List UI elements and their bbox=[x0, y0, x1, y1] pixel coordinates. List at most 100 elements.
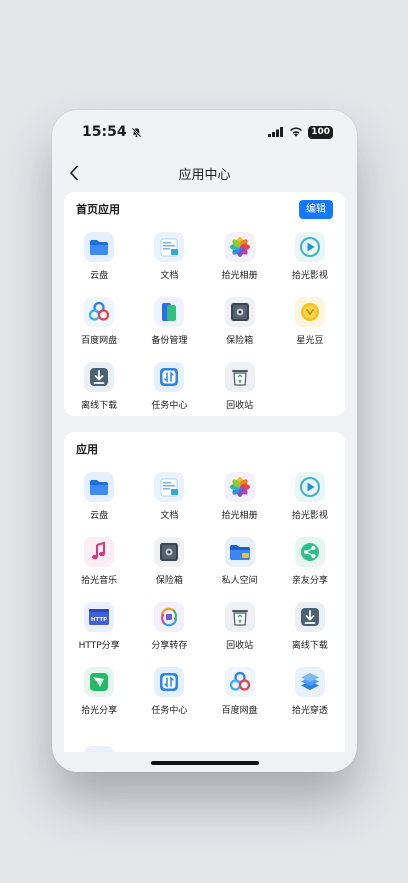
app-item[interactable]: 任务中心 bbox=[134, 661, 204, 726]
app-item[interactable]: 保险箱 bbox=[134, 531, 204, 596]
baidu-cloud-icon bbox=[224, 667, 255, 697]
home-indicator[interactable] bbox=[151, 761, 259, 765]
safe-icon bbox=[224, 297, 255, 327]
baidu-cloud-icon bbox=[84, 297, 115, 327]
app-label: 回收站 bbox=[226, 641, 254, 651]
phone-screen: 15:54 100 应用中心 首页应用 编辑 云盘 文档 拾光相册 拾光影视 百… bbox=[52, 110, 357, 772]
paper-plane-icon bbox=[84, 667, 115, 697]
apps-card: 应用 云盘 文档 拾光相册 拾光影视拾光音乐 保险箱 私人空间 亲友分享 HTTP HTTP分享… bbox=[64, 432, 345, 772]
status-time: 15:54 bbox=[82, 124, 127, 140]
home-app-item[interactable]: 百度网盘 bbox=[64, 291, 134, 356]
task-center-icon bbox=[154, 362, 185, 392]
home-app-label: 百度网盘 bbox=[81, 336, 118, 346]
home-app-label: 拾光相册 bbox=[221, 271, 258, 281]
home-app-label: 离线下载 bbox=[81, 401, 118, 411]
status-bar: 15:54 100 bbox=[52, 110, 357, 154]
app-label: 私人空间 bbox=[221, 576, 258, 586]
music-icon bbox=[84, 537, 115, 567]
home-app-item[interactable]: 文档 bbox=[134, 226, 204, 291]
app-label: 任务中心 bbox=[151, 706, 188, 716]
app-item[interactable]: 拾光相册 bbox=[205, 466, 275, 531]
app-label: 拾光分享 bbox=[81, 706, 118, 716]
home-app-label: 任务中心 bbox=[151, 401, 188, 411]
home-apps-card: 首页应用 编辑 云盘 文档 拾光相册 拾光影视 百度网盘 备份管理 保险箱 星光豆 离线下载 任务… bbox=[64, 192, 345, 416]
app-item[interactable]: 离线下载 bbox=[275, 596, 345, 661]
home-app-item[interactable]: 云盘 bbox=[64, 226, 134, 291]
folder-icon bbox=[84, 472, 115, 502]
app-item[interactable]: 拾光音乐 bbox=[64, 531, 134, 596]
apps-title: 应用 bbox=[76, 443, 98, 456]
status-time-group: 15:54 bbox=[82, 124, 142, 140]
home-app-item[interactable]: 任务中心 bbox=[134, 356, 204, 421]
app-label: 亲友分享 bbox=[291, 576, 328, 586]
app-item[interactable]: 亲友分享 bbox=[275, 531, 345, 596]
app-label: 离线下载 bbox=[291, 641, 328, 651]
video-icon bbox=[294, 232, 325, 262]
home-app-item[interactable]: 拾光相册 bbox=[205, 226, 275, 291]
private-folder-icon bbox=[224, 537, 255, 567]
home-app-label: 回收站 bbox=[226, 401, 254, 411]
home-app-label: 备份管理 bbox=[151, 336, 188, 346]
home-app-label: 云盘 bbox=[90, 271, 109, 281]
battery-indicator: 100 bbox=[308, 125, 333, 139]
app-item[interactable]: 文档 bbox=[134, 466, 204, 531]
home-app-item[interactable]: 离线下载 bbox=[64, 356, 134, 421]
app-label: 分享转存 bbox=[151, 641, 188, 651]
folder-icon bbox=[84, 232, 115, 262]
photos-icon bbox=[224, 472, 255, 502]
app-item[interactable]: 分享转存 bbox=[134, 596, 204, 661]
photos-icon bbox=[224, 232, 255, 262]
app-item[interactable]: 拾光影视 bbox=[275, 466, 345, 531]
app-label: 拾光穿透 bbox=[291, 706, 328, 716]
wifi-icon bbox=[290, 127, 303, 137]
chevron-left-icon bbox=[70, 165, 78, 181]
page-title: 应用中心 bbox=[178, 167, 231, 183]
app-item[interactable]: 回收站 bbox=[205, 596, 275, 661]
app-label: HTTP分享 bbox=[78, 641, 120, 651]
app-item[interactable]: 拾光分享 bbox=[64, 661, 134, 726]
app-label: 文档 bbox=[160, 511, 179, 521]
navigation-bar: 应用中心 bbox=[52, 160, 357, 186]
status-icons: 100 bbox=[268, 125, 333, 139]
app-label: 云盘 bbox=[90, 511, 109, 521]
home-app-item[interactable]: 备份管理 bbox=[134, 291, 204, 356]
document-icon bbox=[154, 232, 185, 262]
edit-button[interactable]: 编辑 bbox=[299, 199, 333, 219]
app-item[interactable]: 云盘 bbox=[64, 466, 134, 531]
app-label: 拾光相册 bbox=[221, 511, 258, 521]
home-app-item[interactable]: 保险箱 bbox=[205, 291, 275, 356]
app-label: 拾光音乐 bbox=[81, 576, 118, 586]
share-icon bbox=[294, 537, 325, 567]
home-app-item[interactable]: 星光豆 bbox=[275, 291, 345, 356]
svg-text:HTTP: HTTP bbox=[91, 617, 107, 623]
app-label: 拾光影视 bbox=[291, 511, 328, 521]
home-app-item[interactable]: 拾光影视 bbox=[275, 226, 345, 291]
app-item[interactable]: 百度网盘 bbox=[205, 661, 275, 726]
task-center-icon bbox=[154, 667, 185, 697]
home-apps-grid: 云盘 文档 拾光相册 拾光影视百度网盘 备份管理 保险箱 星光豆离线下载 任务中心 回收站 bbox=[64, 226, 345, 421]
star-bean-icon bbox=[294, 297, 325, 327]
app-item[interactable]: 拾光穿透 bbox=[275, 661, 345, 726]
home-app-label: 保险箱 bbox=[226, 336, 254, 346]
home-app-label: 文档 bbox=[160, 271, 179, 281]
layers-icon bbox=[294, 667, 325, 697]
backup-icon bbox=[154, 297, 185, 327]
offline-download-icon bbox=[84, 362, 115, 392]
bell-muted-icon bbox=[131, 127, 141, 137]
http-share-icon: HTTP bbox=[84, 602, 115, 632]
apps-header: 应用 bbox=[64, 432, 345, 466]
app-item[interactable]: HTTP HTTP分享 bbox=[64, 596, 134, 661]
app-item[interactable]: 私人空间 bbox=[205, 531, 275, 596]
app-label: 保险箱 bbox=[155, 576, 183, 586]
offline-download-icon bbox=[294, 602, 325, 632]
home-app-label: 星光豆 bbox=[296, 336, 324, 346]
home-app-item[interactable]: 回收站 bbox=[205, 356, 275, 421]
recycle-bin-icon bbox=[224, 362, 255, 392]
back-button[interactable] bbox=[64, 162, 84, 184]
safe-icon bbox=[154, 537, 185, 567]
app-label: 百度网盘 bbox=[221, 706, 258, 716]
document-icon bbox=[154, 472, 185, 502]
video-icon bbox=[294, 472, 325, 502]
home-app-label: 拾光影视 bbox=[291, 271, 328, 281]
apps-grid: 云盘 文档 拾光相册 拾光影视拾光音乐 保险箱 私人空间 亲友分享 HTTP HTTP分享 分享转… bbox=[64, 466, 345, 726]
